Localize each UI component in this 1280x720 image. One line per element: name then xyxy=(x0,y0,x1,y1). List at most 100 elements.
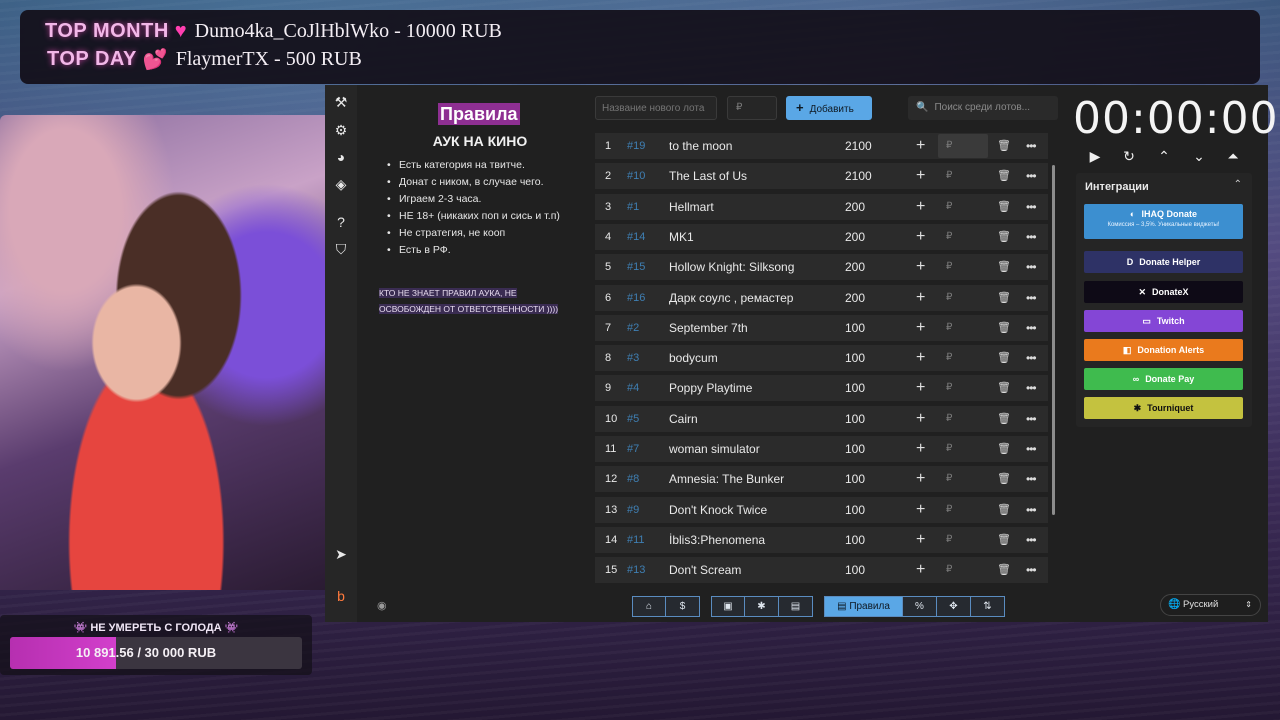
bug-report-button[interactable]: ✱ xyxy=(745,596,779,617)
more-options-icon[interactable]: ••• xyxy=(1026,224,1037,250)
lot-add-amount-input[interactable]: ₽ xyxy=(938,467,988,491)
boosty-icon[interactable]: b xyxy=(332,587,350,605)
lot-name[interactable]: to the moon xyxy=(669,133,732,159)
more-options-icon[interactable]: ••• xyxy=(1026,163,1037,189)
donate-helper-button[interactable]: D Donate Helper xyxy=(1084,251,1243,273)
play-icon[interactable]: ▶ xyxy=(1086,147,1104,165)
trash-icon[interactable]: 🗑 xyxy=(997,315,1011,341)
table-row[interactable]: 3 #1 Hellmart 200 + ₽ 🗑 ••• xyxy=(595,193,1048,220)
table-row[interactable]: 2 #10 The Last of Us 2100 + ₽ 🗑 ••• xyxy=(595,163,1048,190)
layers-icon[interactable]: ◈ xyxy=(332,175,350,193)
trash-icon[interactable]: 🗑 xyxy=(997,497,1011,523)
lot-name[interactable]: MK1 xyxy=(669,224,694,250)
tourniquet-button[interactable]: ✱ Tourniquet xyxy=(1084,397,1243,419)
lot-name[interactable]: The Last of Us xyxy=(669,163,747,189)
table-row[interactable]: 14 #11 İblis3:Phenomena 100 + ₽ 🗑 ••• xyxy=(595,526,1048,553)
add-amount-icon[interactable]: + xyxy=(916,466,925,492)
lot-add-amount-input[interactable]: ₽ xyxy=(938,437,988,461)
trash-icon[interactable]: 🗑 xyxy=(997,254,1011,280)
add-amount-icon[interactable]: + xyxy=(916,163,925,189)
lot-name[interactable]: Hollow Knight: Silksong xyxy=(669,254,794,280)
table-row[interactable]: 6 #16 Дарк соулс , ремастер 200 + ₽ 🗑 ••• xyxy=(595,284,1048,311)
trash-icon[interactable]: 🗑 xyxy=(997,406,1011,432)
add-amount-icon[interactable]: + xyxy=(916,527,925,553)
trash-icon[interactable]: 🗑 xyxy=(997,375,1011,401)
table-row[interactable]: 10 #5 Cairn 100 + ₽ 🗑 ••• xyxy=(595,405,1048,432)
table-row[interactable]: 5 #15 Hollow Knight: Silksong 200 + ₽ 🗑 ••• xyxy=(595,254,1048,281)
lot-add-amount-input[interactable]: ₽ xyxy=(938,195,988,219)
lot-name[interactable]: woman simulator xyxy=(669,436,760,462)
save-button[interactable]: ▣ xyxy=(711,596,745,617)
lot-name[interactable]: Poppy Playtime xyxy=(669,375,752,401)
eye-icon[interactable]: ◉ xyxy=(377,599,387,612)
lot-search-input[interactable]: 🔍 Поиск среди лотов... xyxy=(908,96,1058,120)
table-row[interactable]: 12 #8 Amnesia: The Bunker 100 + ₽ 🗑 ••• xyxy=(595,466,1048,493)
move-button[interactable]: ✥ xyxy=(937,596,971,617)
double-up-icon[interactable]: ⏶ xyxy=(1224,147,1242,165)
trash-icon[interactable]: 🗑 xyxy=(997,133,1011,159)
donation-alerts-button[interactable]: ◧ Donation Alerts xyxy=(1084,339,1243,361)
twitch-button[interactable]: ▭ Twitch xyxy=(1084,310,1243,332)
more-options-icon[interactable]: ••• xyxy=(1026,557,1037,583)
chevron-up-icon[interactable]: ⌃ xyxy=(1234,179,1242,190)
more-options-icon[interactable]: ••• xyxy=(1026,436,1037,462)
language-select[interactable]: 🌐 Русский ⇕ xyxy=(1160,594,1261,616)
more-options-icon[interactable]: ••• xyxy=(1026,406,1037,432)
more-options-icon[interactable]: ••• xyxy=(1026,315,1037,341)
lot-name[interactable]: Hellmart xyxy=(669,194,714,220)
gear-icon[interactable]: ⚙ xyxy=(332,121,350,139)
add-amount-icon[interactable]: + xyxy=(916,285,925,311)
donate-dollar-button[interactable]: $ xyxy=(666,596,700,617)
shield-icon[interactable]: ⛉ xyxy=(332,240,350,258)
lot-add-amount-input[interactable]: ₽ xyxy=(938,164,988,188)
donatex-button[interactable]: ✕ DonateX xyxy=(1084,281,1243,303)
more-options-icon[interactable]: ••• xyxy=(1026,133,1037,159)
help-icon[interactable]: ? xyxy=(332,213,350,231)
new-lot-sum-input[interactable]: ₽ xyxy=(727,96,777,120)
table-row[interactable]: 15 #13 Don't Scream 100 + ₽ 🗑 ••• xyxy=(595,557,1048,584)
lot-name[interactable]: Don't Knock Twice xyxy=(669,497,767,523)
scrollbar[interactable] xyxy=(1052,165,1055,515)
lot-add-amount-input[interactable]: ₽ xyxy=(938,316,988,340)
trash-icon[interactable]: 🗑 xyxy=(997,436,1011,462)
lot-add-amount-input[interactable]: ₽ xyxy=(938,498,988,522)
telegram-icon[interactable]: ➤ xyxy=(332,545,350,563)
ihaq-donate-button[interactable]: ◐ IHAQ Donate Комиссия – 3,5%. Уникальные… xyxy=(1084,204,1243,239)
trash-icon[interactable]: 🗑 xyxy=(997,557,1011,583)
more-options-icon[interactable]: ••• xyxy=(1026,254,1037,280)
lot-name[interactable]: Дарк соулс , ремастер xyxy=(669,285,793,311)
more-options-icon[interactable]: ••• xyxy=(1026,527,1037,553)
lot-name[interactable]: bodycum xyxy=(669,345,718,371)
github-button[interactable]: ⌂ xyxy=(632,596,666,617)
more-options-icon[interactable]: ••• xyxy=(1026,497,1037,523)
chevron-up-icon[interactable]: ⌃ xyxy=(1155,147,1173,165)
lot-name[interactable]: Amnesia: The Bunker xyxy=(669,466,784,492)
lot-add-amount-input[interactable]: ₽ xyxy=(938,346,988,370)
more-options-icon[interactable]: ••• xyxy=(1026,345,1037,371)
add-amount-icon[interactable]: + xyxy=(916,557,925,583)
lot-add-amount-input[interactable]: ₽ xyxy=(938,558,988,582)
table-row[interactable]: 7 #2 September 7th 100 + ₽ 🗑 ••• xyxy=(595,314,1048,341)
add-amount-icon[interactable]: + xyxy=(916,345,925,371)
table-row[interactable]: 9 #4 Poppy Playtime 100 + ₽ 🗑 ••• xyxy=(595,375,1048,402)
add-amount-icon[interactable]: + xyxy=(916,194,925,220)
more-options-icon[interactable]: ••• xyxy=(1026,466,1037,492)
lot-add-amount-input[interactable]: ₽ xyxy=(938,407,988,431)
trash-icon[interactable]: 🗑 xyxy=(997,163,1011,189)
more-options-icon[interactable]: ••• xyxy=(1026,194,1037,220)
trash-icon[interactable]: 🗑 xyxy=(997,527,1011,553)
table-row[interactable]: 1 #19 to the moon 2100 + ₽ 🗑 ••• xyxy=(595,133,1048,159)
chevron-down-icon[interactable]: ⌄ xyxy=(1190,147,1208,165)
lot-add-amount-input[interactable]: ₽ xyxy=(938,225,988,249)
add-amount-icon[interactable]: + xyxy=(916,224,925,250)
lot-name[interactable]: Cairn xyxy=(669,406,698,432)
lot-add-amount-input[interactable]: ₽ xyxy=(938,528,988,552)
table-row[interactable]: 11 #7 woman simulator 100 + ₽ 🗑 ••• xyxy=(595,436,1048,462)
lot-add-amount-input[interactable]: ₽ xyxy=(938,376,988,400)
reset-icon[interactable]: ↻ xyxy=(1120,147,1138,165)
add-amount-icon[interactable]: + xyxy=(916,133,925,159)
add-amount-icon[interactable]: + xyxy=(916,436,925,462)
lot-name[interactable]: İblis3:Phenomena xyxy=(669,527,765,553)
trash-icon[interactable]: 🗑 xyxy=(997,194,1011,220)
sort-button[interactable]: ⇅ xyxy=(971,596,1005,617)
